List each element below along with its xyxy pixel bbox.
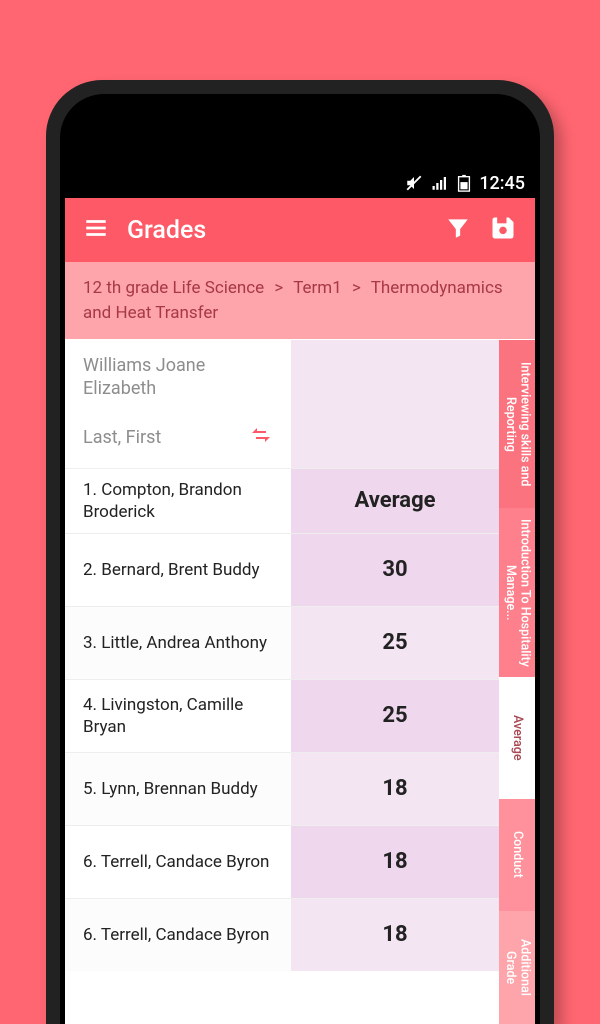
grades-content: Williams Joane Elizabeth Last, First 1. … bbox=[65, 340, 499, 1024]
table-row[interactable]: 4. Livingston, Camille Bryan25 bbox=[65, 679, 499, 752]
table-row[interactable]: 6. Terrell, Candace Byron18 bbox=[65, 898, 499, 971]
filter-icon[interactable] bbox=[445, 215, 471, 245]
header-right bbox=[291, 340, 499, 468]
swap-icon bbox=[249, 423, 273, 452]
student-value: 25 bbox=[291, 607, 499, 679]
student-name: 3. Little, Andrea Anthony bbox=[65, 607, 291, 679]
column-header-row: 1. Compton, Brandon Broderick Average bbox=[65, 469, 499, 533]
signal-icon bbox=[431, 174, 449, 192]
phone-frame: 12:45 Grades 12 th grade Life Science > … bbox=[46, 80, 554, 1024]
column-header: Average bbox=[291, 469, 499, 533]
student-value: 25 bbox=[291, 680, 499, 752]
app-bar: Grades bbox=[65, 198, 535, 262]
student-name: 4. Livingston, Camille Bryan bbox=[65, 680, 291, 752]
mute-icon bbox=[405, 174, 423, 192]
student-name[interactable]: 1. Compton, Brandon Broderick bbox=[65, 469, 291, 533]
menu-icon[interactable] bbox=[83, 215, 109, 245]
side-tab-conduct[interactable]: Conduct bbox=[499, 799, 535, 912]
sort-label: Last, First bbox=[83, 427, 161, 448]
header-left: Williams Joane Elizabeth Last, First bbox=[65, 340, 291, 468]
table-header-block: Williams Joane Elizabeth Last, First bbox=[65, 340, 499, 469]
student-name: 2. Bernard, Brent Buddy bbox=[65, 534, 291, 606]
student-value: 18 bbox=[291, 826, 499, 898]
breadcrumb[interactable]: 12 th grade Life Science > Term1 > Therm… bbox=[65, 262, 535, 339]
student-name: 6. Terrell, Candace Byron bbox=[65, 826, 291, 898]
sort-toggle[interactable]: Last, First bbox=[83, 423, 273, 460]
breadcrumb-part: 12 th grade Life Science bbox=[83, 278, 264, 298]
student-name: 5. Lynn, Brennan Buddy bbox=[65, 753, 291, 825]
breadcrumb-sep: > bbox=[274, 278, 283, 298]
side-tab-interviewing[interactable]: Interviewing skills and Reporting bbox=[499, 340, 535, 508]
side-tab-average[interactable]: Average bbox=[499, 677, 535, 799]
breadcrumb-part: Term1 bbox=[293, 278, 342, 298]
student-value: 18 bbox=[291, 753, 499, 825]
table-row[interactable]: 6. Terrell, Candace Byron18 bbox=[65, 825, 499, 898]
student-value: 30 bbox=[291, 534, 499, 606]
side-tab-additional[interactable]: Additional Grade bbox=[499, 911, 535, 1024]
page-title: Grades bbox=[127, 216, 427, 245]
phone-bezel: 12:45 Grades 12 th grade Life Science > … bbox=[60, 94, 540, 1024]
save-icon[interactable] bbox=[489, 214, 517, 246]
table-row[interactable]: 2. Bernard, Brent Buddy30 bbox=[65, 533, 499, 606]
breadcrumb-sep: > bbox=[352, 278, 361, 298]
student-value: 18 bbox=[291, 899, 499, 971]
grade-rows: 2. Bernard, Brent Buddy303. Little, Andr… bbox=[65, 533, 499, 1024]
teacher-name: Williams Joane Elizabeth bbox=[83, 354, 273, 401]
status-time: 12:45 bbox=[479, 173, 525, 194]
screen: 12:45 Grades 12 th grade Life Science > … bbox=[65, 168, 535, 1024]
student-name: 6. Terrell, Candace Byron bbox=[65, 899, 291, 971]
battery-icon bbox=[457, 174, 471, 192]
side-tabs: Interviewing skills and Reporting Introd… bbox=[499, 340, 535, 1024]
side-tab-hospitality[interactable]: Introduction To Hospitality Manage... bbox=[499, 508, 535, 676]
table-row[interactable]: 3. Little, Andrea Anthony25 bbox=[65, 606, 499, 679]
status-bar: 12:45 bbox=[65, 168, 535, 198]
table-row[interactable]: 5. Lynn, Brennan Buddy18 bbox=[65, 752, 499, 825]
